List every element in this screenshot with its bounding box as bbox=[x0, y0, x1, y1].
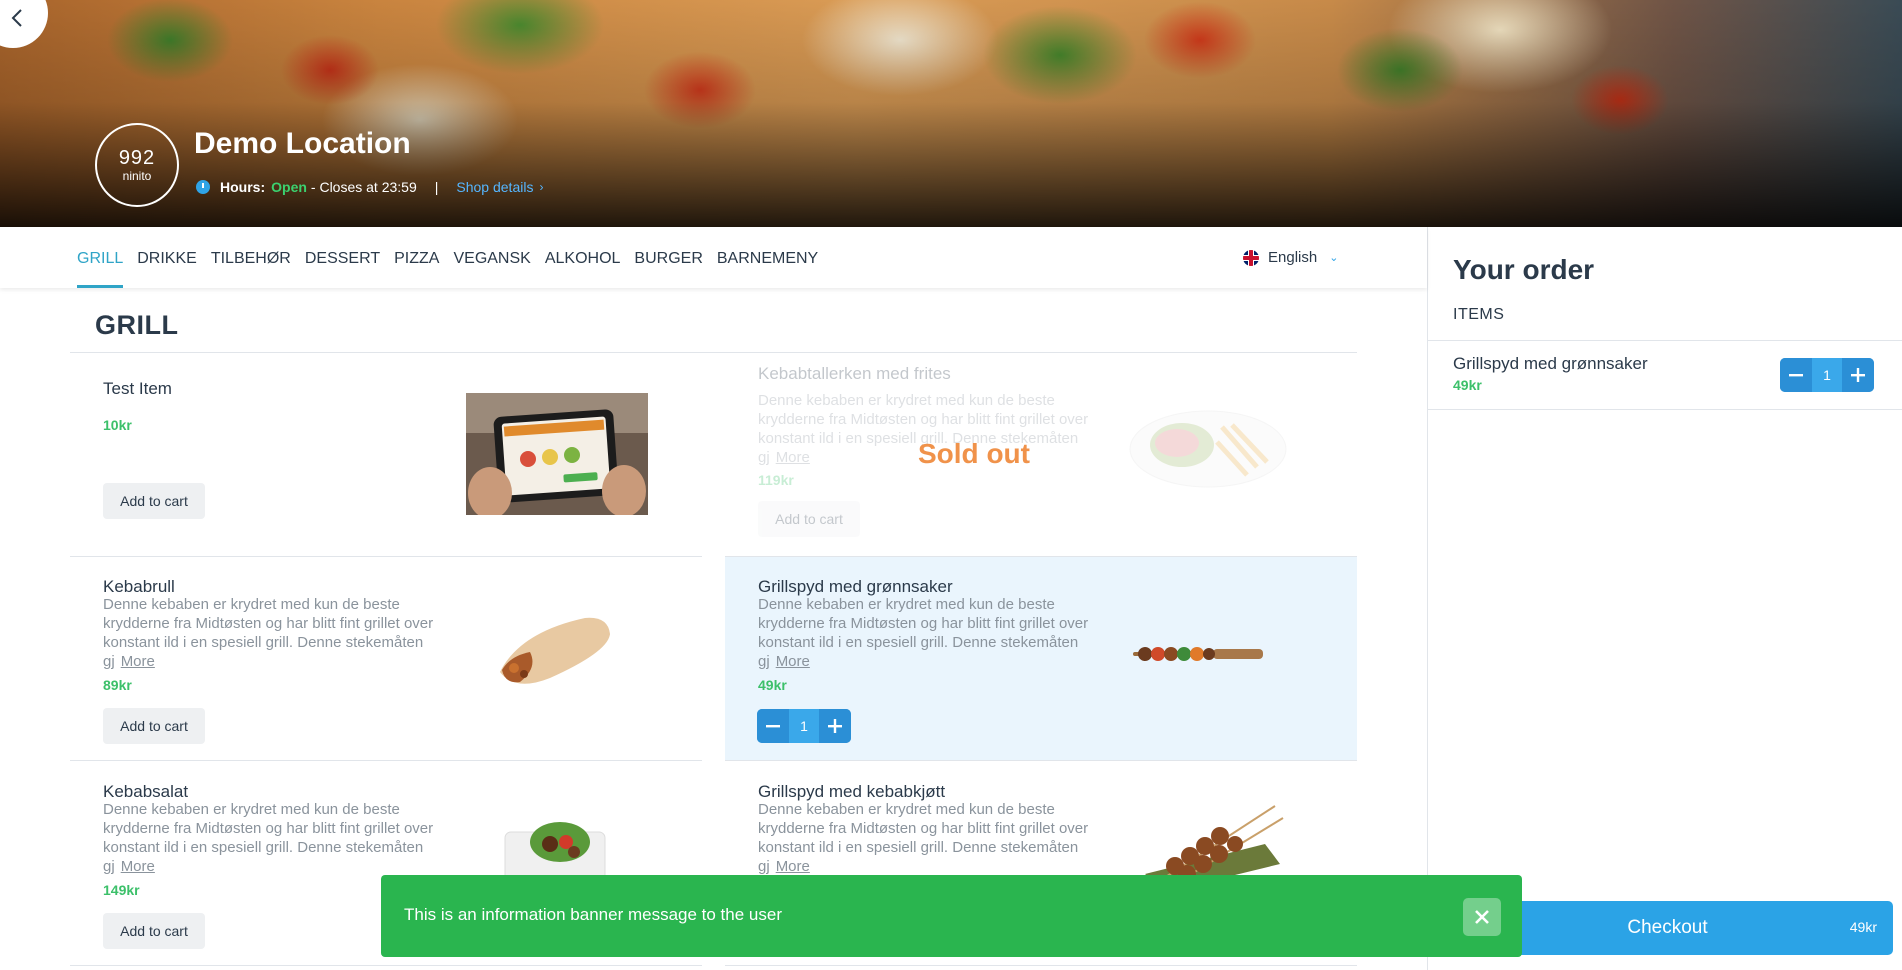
plus-icon bbox=[828, 719, 842, 733]
chevron-down-icon: ⌄ bbox=[1329, 252, 1339, 264]
minus-icon bbox=[1789, 374, 1803, 377]
banner-close-button[interactable] bbox=[1463, 898, 1501, 936]
shop-logo: 992 ninito bbox=[95, 123, 179, 207]
menu-item[interactable]: Test Item 10kr Add to cart bbox=[70, 353, 702, 557]
more-link[interactable]: More bbox=[776, 449, 810, 466]
banner-message: This is an information banner message to… bbox=[404, 905, 782, 924]
item-name: Grillspyd med kebabkjøtt bbox=[758, 782, 946, 801]
order-line-price: 49kr bbox=[1453, 377, 1482, 393]
tab-drikke[interactable]: DRIKKE bbox=[137, 227, 197, 288]
order-line-name: Grillspyd med grønnsaker bbox=[1453, 354, 1648, 373]
language-selector[interactable]: English ⌄ bbox=[1243, 249, 1338, 266]
item-image bbox=[500, 617, 610, 684]
item-price: 49kr bbox=[758, 677, 787, 693]
close-icon bbox=[1475, 910, 1489, 924]
uk-flag-icon bbox=[1243, 249, 1259, 266]
closing-time: - Closes at 23:59 bbox=[310, 179, 417, 195]
more-link[interactable]: More bbox=[121, 858, 155, 875]
menu-item-sold-out: Kebabtallerken med frites Denne kebaben … bbox=[725, 353, 1357, 557]
item-name: Kebabrull bbox=[103, 577, 175, 596]
more-link[interactable]: More bbox=[776, 653, 810, 670]
plus-icon bbox=[1851, 368, 1865, 382]
items-label: ITEMS bbox=[1453, 306, 1505, 323]
order-panel: Your order ITEMS Grillspyd med grønnsake… bbox=[1427, 227, 1902, 970]
category-nav: GRILL DRIKKE TILBEHØR DESSERT PIZZA VEGA… bbox=[0, 227, 1427, 288]
tab-barnemeny[interactable]: BARNEMENY bbox=[717, 227, 818, 288]
minus-icon bbox=[766, 725, 780, 728]
item-image bbox=[466, 393, 648, 515]
increase-button[interactable] bbox=[819, 709, 851, 743]
info-banner: This is an information banner message to… bbox=[381, 875, 1522, 957]
shop-details-link[interactable]: Shop details › bbox=[456, 179, 543, 195]
add-to-cart-button[interactable]: Add to cart bbox=[103, 913, 205, 949]
tab-dessert[interactable]: DESSERT bbox=[305, 227, 380, 288]
shop-details-label: Shop details bbox=[456, 179, 534, 195]
quantity-stepper: 1 bbox=[757, 709, 851, 743]
tab-vegansk[interactable]: VEGANSK bbox=[453, 227, 530, 288]
divider bbox=[1428, 340, 1902, 341]
language-label: English bbox=[1268, 249, 1318, 266]
item-image bbox=[1133, 647, 1263, 661]
item-price: 89kr bbox=[103, 677, 132, 693]
item-name: Kebabsalat bbox=[103, 782, 189, 801]
item-name: Test Item bbox=[103, 379, 172, 398]
tab-pizza[interactable]: PIZZA bbox=[394, 227, 439, 288]
separator: | bbox=[434, 179, 439, 195]
divider bbox=[1428, 409, 1902, 410]
logo-line1: 992 bbox=[118, 147, 156, 169]
item-description: Denne kebaben er krydret med kun de best… bbox=[103, 800, 443, 876]
tab-burger[interactable]: BURGER bbox=[634, 227, 702, 288]
item-description: Denne kebaben er krydret med kun de best… bbox=[758, 800, 1098, 876]
sold-out-label: Sold out bbox=[918, 438, 1030, 469]
menu-item-in-cart[interactable]: Grillspyd med grønnsaker Denne kebaben e… bbox=[725, 557, 1357, 761]
shop-name: Demo Location bbox=[194, 127, 411, 160]
item-price: 149kr bbox=[103, 882, 140, 898]
item-name: Grillspyd med grønnsaker bbox=[758, 577, 953, 596]
chevron-left-icon bbox=[11, 9, 22, 27]
section-title: GRILL bbox=[95, 310, 179, 340]
menu-item[interactable]: Kebabrull Denne kebaben er krydret med k… bbox=[70, 557, 702, 761]
item-price: 119kr bbox=[758, 472, 794, 488]
order-title: Your order bbox=[1453, 254, 1595, 285]
hours-label: Hours: bbox=[220, 179, 266, 195]
item-image bbox=[1129, 410, 1287, 488]
more-link[interactable]: More bbox=[121, 653, 155, 670]
hours-info: Hours: Open - Closes at 23:59 | Shop det… bbox=[196, 179, 543, 195]
quantity-value: 1 bbox=[789, 709, 819, 743]
chevron-right-icon: › bbox=[539, 180, 544, 194]
add-to-cart-button[interactable]: Add to cart bbox=[103, 483, 205, 519]
order-quantity-stepper: 1 bbox=[1780, 358, 1874, 392]
add-to-cart-button: Add to cart bbox=[758, 501, 860, 537]
decrease-button[interactable] bbox=[1780, 358, 1812, 392]
add-to-cart-button[interactable]: Add to cart bbox=[103, 708, 205, 744]
checkout-total: 49kr bbox=[1849, 919, 1877, 935]
item-name: Kebabtallerken med frites bbox=[758, 364, 951, 383]
item-description: Denne kebaben er krydret med kun de best… bbox=[758, 595, 1098, 671]
tab-tilbehor[interactable]: TILBEHØR bbox=[211, 227, 291, 288]
open-status: Open bbox=[271, 179, 307, 195]
more-link[interactable]: More bbox=[776, 858, 810, 875]
quantity-value: 1 bbox=[1812, 358, 1842, 392]
tab-grill[interactable]: GRILL bbox=[77, 227, 124, 288]
tab-alkohol[interactable]: ALKOHOL bbox=[545, 227, 621, 288]
increase-button[interactable] bbox=[1842, 358, 1874, 392]
logo-line2: ninito bbox=[122, 169, 152, 183]
item-price: 10kr bbox=[103, 417, 132, 433]
decrease-button[interactable] bbox=[757, 709, 789, 743]
item-description: Denne kebaben er krydret med kun de best… bbox=[103, 595, 443, 671]
clock-icon bbox=[196, 180, 210, 194]
